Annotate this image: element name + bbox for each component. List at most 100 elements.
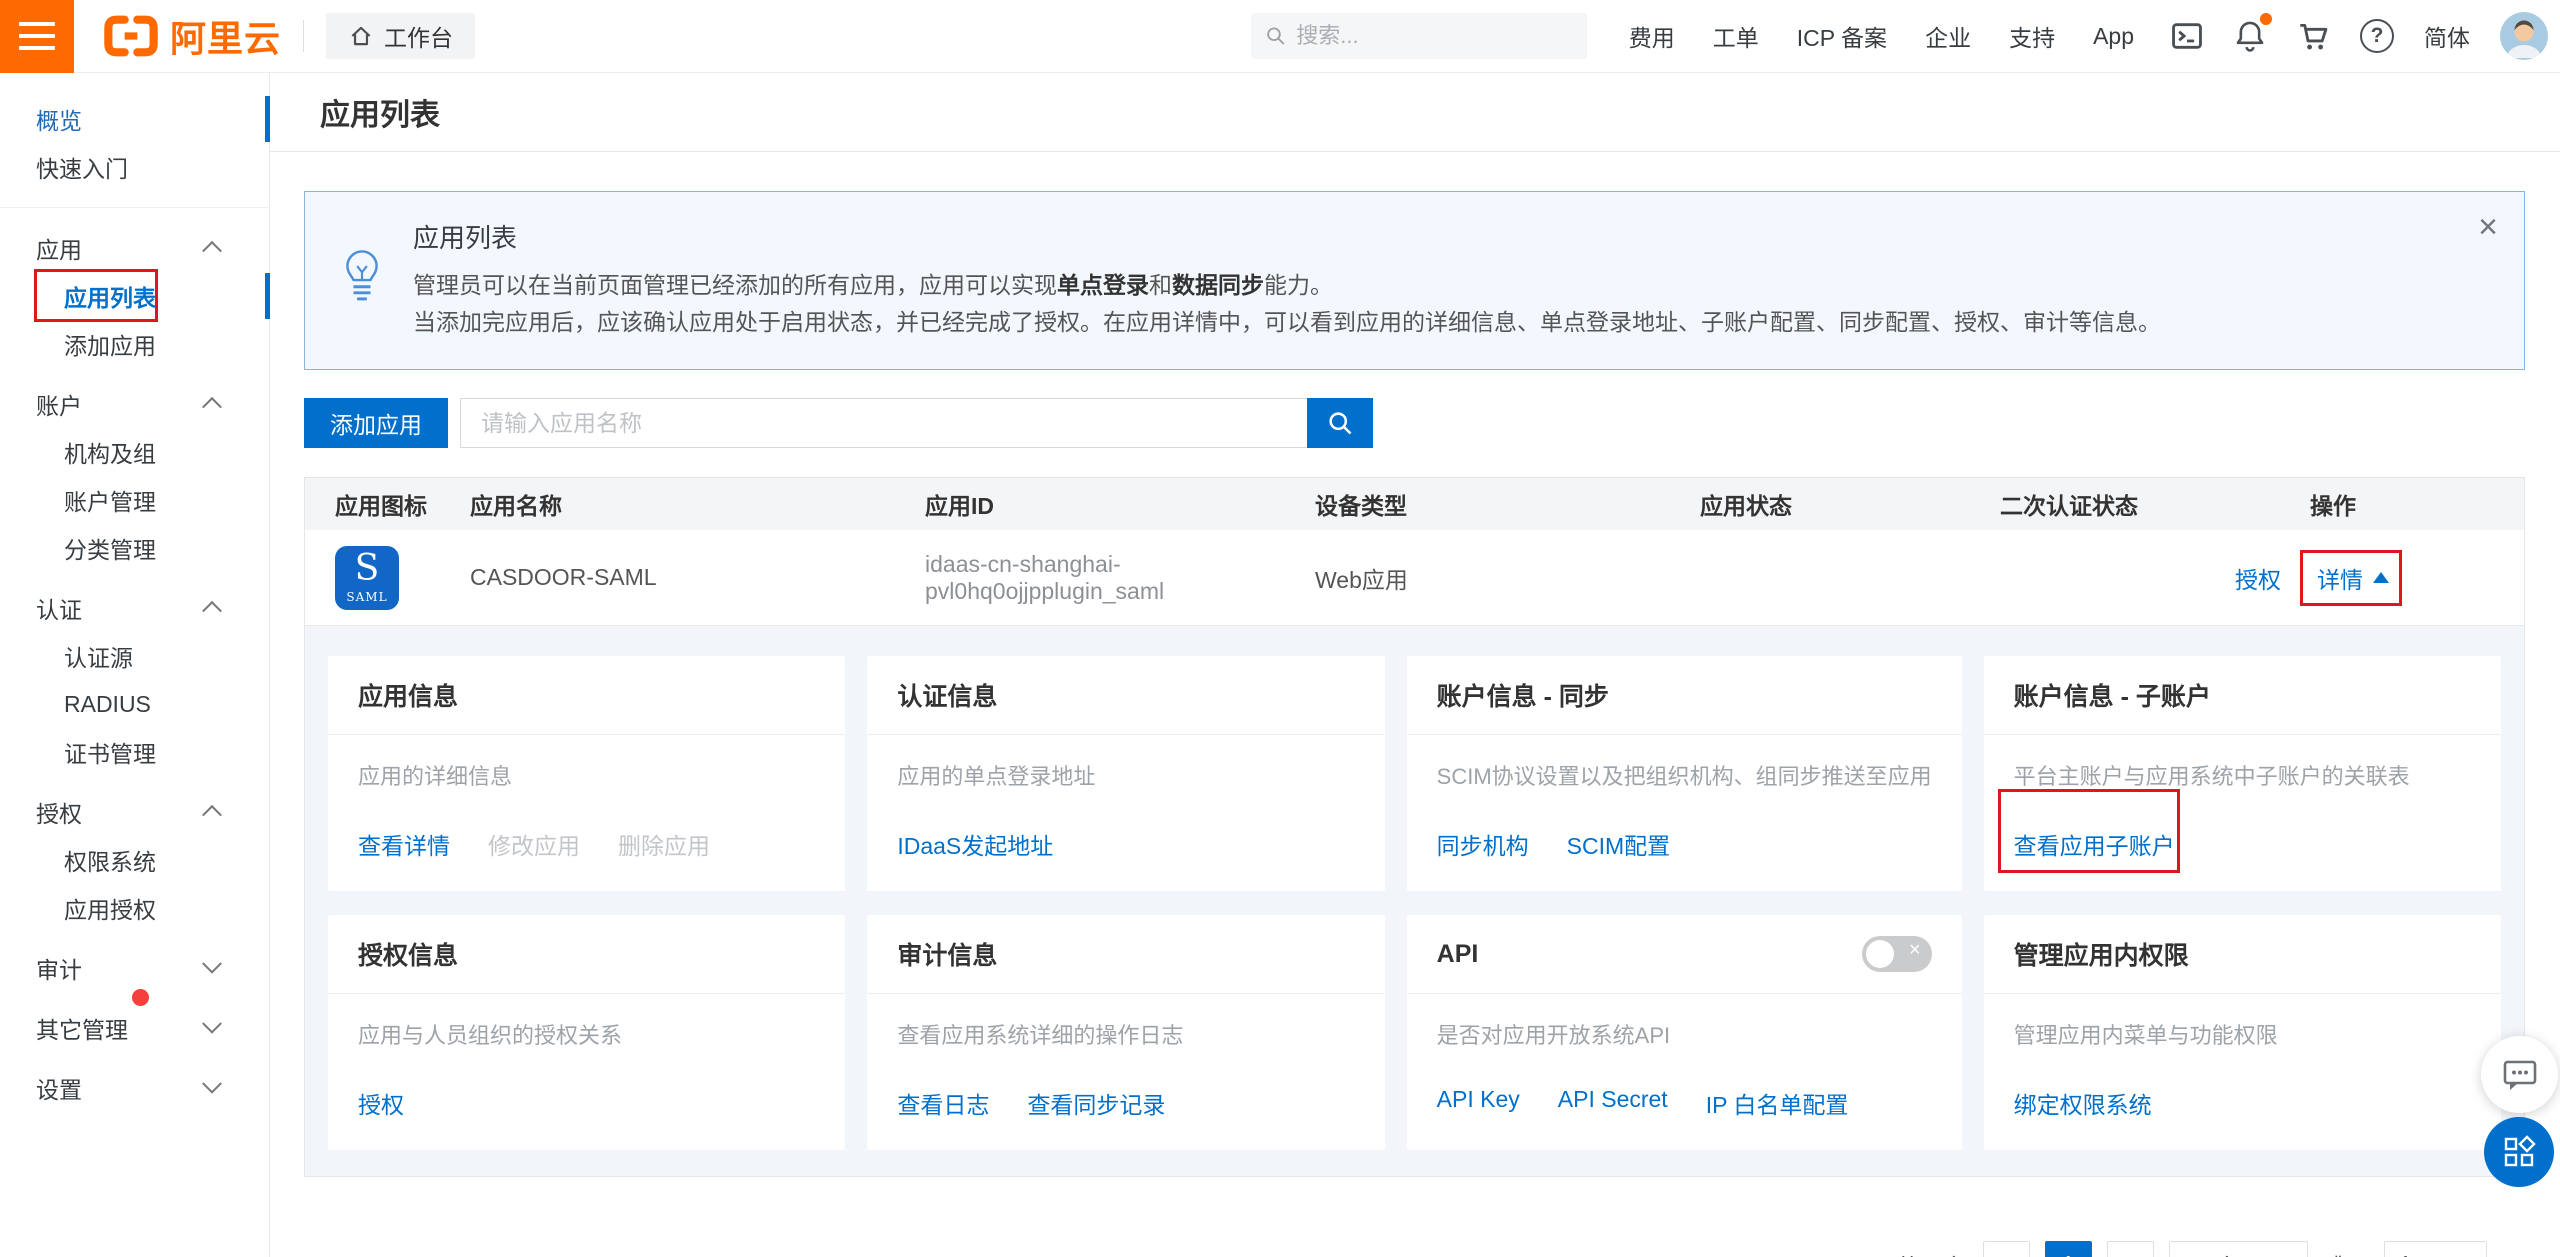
sidebar-item-org-group[interactable]: 机构及组 [0, 428, 269, 476]
sidebar-group-account[interactable]: 账户 [0, 380, 269, 428]
red-dot-badge [132, 989, 149, 1006]
card-link-bind-permission-system[interactable]: 绑定权限系统 [2014, 1086, 2152, 1120]
row-actions: 授权 详情 [2310, 530, 2524, 625]
card-link-view-sync-records[interactable]: 查看同步记录 [1027, 1086, 1165, 1120]
language-switcher[interactable]: 简体 [2424, 19, 2470, 53]
sidebar-item-quick-start[interactable]: 快速入门 [0, 143, 269, 191]
app-name: CASDOOR-SAML [470, 564, 925, 591]
sidebar-item-app-grant[interactable]: 应用授权 [0, 884, 269, 932]
pagination-total: 共 1 条 [1896, 1248, 1968, 1257]
card-link-view-subaccounts[interactable]: 查看应用子账户 [2014, 827, 2175, 861]
alibaba-cloud-logo[interactable]: 阿里云 [102, 10, 281, 62]
lightbulb-icon [341, 249, 383, 310]
logo-text: 阿里云 [170, 10, 281, 62]
sidebar-item-app-list[interactable]: 应用列表 [0, 272, 269, 320]
sidebar-group-authorization[interactable]: 授权 [0, 788, 269, 836]
sidebar-group-other-mgmt[interactable]: 其它管理 [0, 1004, 269, 1052]
help-icon[interactable] [2360, 19, 2394, 53]
sidebar-item-perm-system[interactable]: 权限系统 [0, 836, 269, 884]
info-banner: 应用列表 管理员可以在当前页面管理已经添加的所有应用，应用可以实现单点登录和数据… [304, 191, 2525, 370]
sidebar-item-add-app[interactable]: 添加应用 [0, 320, 269, 368]
sidebar-item-overview[interactable]: 概览 [0, 95, 269, 143]
topbar-icons: 简体 [2170, 12, 2548, 60]
sidebar-group-audit[interactable]: 审计 [0, 944, 269, 992]
nav-item-enterprise[interactable]: 企业 [1925, 19, 1971, 53]
sidebar-item-auth-source[interactable]: 认证源 [0, 632, 269, 680]
page-size-select[interactable]: 10 条/页 [2169, 1241, 2308, 1257]
card-api: API 是否对应用开放系统API API Key API Secret IP 白… [1407, 915, 1962, 1150]
apps-grid-button[interactable] [2484, 1117, 2554, 1187]
add-app-button[interactable]: 添加应用 [304, 398, 448, 448]
table-header: 应用图标 应用名称 应用ID 设备类型 应用状态 二次认证状态 操作 [305, 478, 2524, 530]
next-page-button[interactable] [2107, 1241, 2154, 1257]
cart-icon[interactable] [2296, 19, 2330, 53]
card-link-view-logs[interactable]: 查看日志 [897, 1086, 989, 1120]
caret-up-icon [2373, 572, 2389, 583]
nav-item-support[interactable]: 支持 [2009, 19, 2055, 53]
card-link-delete-app: 删除应用 [618, 827, 710, 861]
card-link-api-secret[interactable]: API Secret [1558, 1086, 1668, 1120]
card-subaccount: 账户信息 - 子账户 平台主账户与应用系统中子账户的关联表 查看应用子账户 [1984, 656, 2501, 891]
api-toggle[interactable] [1862, 936, 1932, 972]
top-nav: 费用 工单 ICP 备案 企业 支持 App [1629, 19, 2134, 53]
divider [303, 20, 304, 52]
prev-page-button[interactable] [1983, 1241, 2030, 1257]
col-device-type: 设备类型 [1315, 487, 1700, 521]
sidebar-group-application[interactable]: 应用 [0, 224, 269, 272]
card-link-api-key[interactable]: API Key [1437, 1086, 1520, 1120]
chevron-up-icon [202, 601, 222, 621]
alibaba-cloud-logo-icon [102, 13, 160, 59]
page-1-button[interactable]: 1 [2045, 1241, 2092, 1257]
nav-item-app[interactable]: App [2093, 23, 2134, 50]
chevron-down-icon [202, 1014, 222, 1034]
menu-icon [19, 22, 55, 26]
card-link-modify-app: 修改应用 [488, 827, 580, 861]
chevron-down-icon [202, 954, 222, 974]
workbench-button[interactable]: 工作台 [326, 13, 475, 59]
bell-icon [2234, 19, 2266, 53]
app-id: idaas-cn-shanghai-pvl0hq0ojjpplugin_saml [925, 551, 1315, 605]
sidebar-item-category-mgmt[interactable]: 分类管理 [0, 524, 269, 572]
card-link-scim-config[interactable]: SCIM配置 [1567, 827, 1671, 861]
authorize-link[interactable]: 授权 [2235, 561, 2281, 595]
close-icon[interactable] [2478, 210, 2498, 244]
nav-item-tickets[interactable]: 工单 [1713, 19, 1759, 53]
magnifier-icon [1326, 409, 1354, 437]
banner-line-1: 管理员可以在当前页面管理已经添加的所有应用，应用可以实现单点登录和数据同步能力。 [413, 267, 2161, 304]
chat-bubble-icon [2500, 1055, 2540, 1095]
chevron-up-icon [202, 397, 222, 417]
banner-title: 应用列表 [413, 218, 2161, 255]
sidebar-item-cert-mgmt[interactable]: 证书管理 [0, 728, 269, 776]
avatar[interactable] [2500, 12, 2548, 60]
global-search-input[interactable] [1296, 23, 1572, 49]
sidebar-item-radius[interactable]: RADIUS [0, 680, 269, 728]
nav-item-icp[interactable]: ICP 备案 [1797, 19, 1887, 53]
card-auth-info: 认证信息 应用的单点登录地址 IDaaS发起地址 [867, 656, 1384, 891]
nav-item-billing[interactable]: 费用 [1629, 19, 1675, 53]
toolbar: 添加应用 [304, 398, 2525, 448]
search-submit-button[interactable] [1307, 398, 1373, 448]
saml-app-icon: S SAML [335, 546, 399, 610]
sidebar-group-settings[interactable]: 设置 [0, 1064, 269, 1112]
sidebar-group-authentication[interactable]: 认证 [0, 584, 269, 632]
app-table: 应用图标 应用名称 应用ID 设备类型 应用状态 二次认证状态 操作 S SAM… [304, 477, 2525, 1177]
card-link-authorize[interactable]: 授权 [358, 1086, 404, 1120]
sidebar-item-account-mgmt[interactable]: 账户管理 [0, 476, 269, 524]
detail-link[interactable]: 详情 [2317, 561, 2363, 595]
card-grant-info: 授权信息 应用与人员组织的授权关系 授权 [328, 915, 845, 1150]
feedback-chat-button[interactable] [2481, 1036, 2558, 1113]
table-row: S SAML CASDOOR-SAML idaas-cn-shanghai-pv… [305, 530, 2524, 625]
app-search [460, 398, 1373, 448]
card-link-view-details[interactable]: 查看详情 [358, 827, 450, 861]
card-link-idaas-sso-url[interactable]: IDaaS发起地址 [897, 827, 1053, 861]
workbench-label: 工作台 [384, 19, 453, 53]
col-app-id: 应用ID [925, 487, 1315, 521]
page-unit-label: 页 [2502, 1248, 2525, 1257]
card-link-sync-org[interactable]: 同步机构 [1437, 827, 1529, 861]
app-search-input[interactable] [460, 398, 1307, 448]
jump-page-input[interactable] [2384, 1241, 2487, 1257]
console-terminal-icon[interactable] [2170, 19, 2204, 53]
notifications-button[interactable] [2234, 19, 2266, 53]
hamburger-menu-button[interactable] [0, 0, 74, 73]
card-link-ip-whitelist[interactable]: IP 白名单配置 [1706, 1086, 1849, 1120]
